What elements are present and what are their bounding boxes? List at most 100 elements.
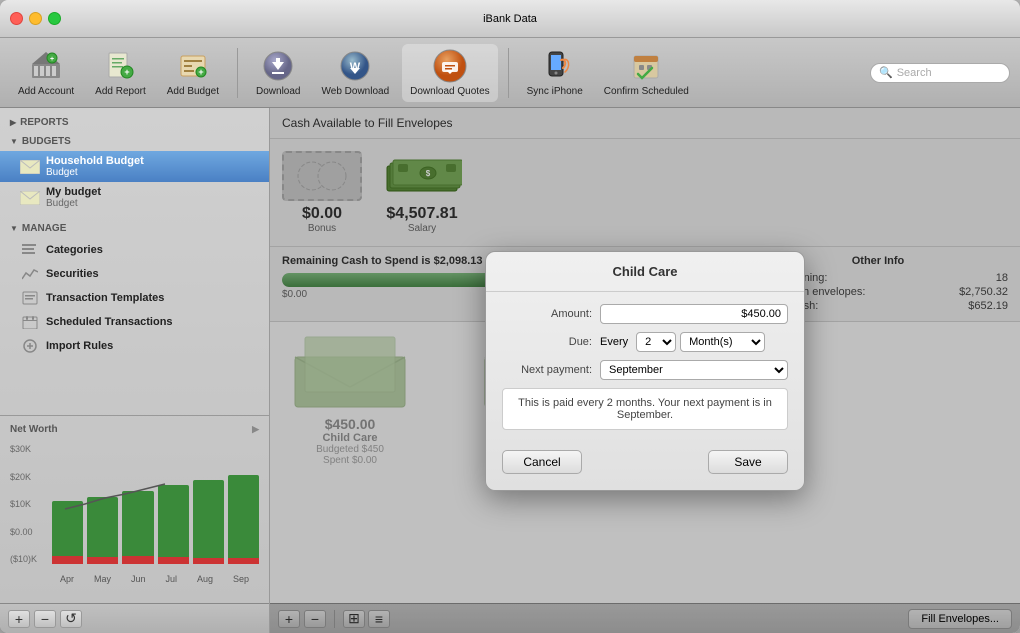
svg-text:+: + — [198, 67, 203, 77]
sidebar-item-categories[interactable]: Categories — [0, 238, 269, 262]
add-account-button[interactable]: + Add Account — [10, 44, 82, 102]
net-worth-section: Net Worth ▶ $30K $20K $10K $0.00 ($10)K — [0, 415, 269, 603]
sidebar: REPORTS BUDGETS Household Budget — [0, 108, 270, 633]
manage-label: MANAGE — [22, 223, 66, 234]
modal-next-payment-row: Next payment: September October November — [502, 360, 788, 380]
add-budget-label: Add Budget — [167, 86, 219, 98]
net-worth-chart: $30K $20K $10K $0.00 ($10)K — [0, 439, 269, 599]
sidebar-item-household-budget[interactable]: Household Budget Budget — [0, 151, 269, 182]
sidebar-item-scheduled-transactions[interactable]: Scheduled Transactions — [0, 310, 269, 334]
modal-next-payment-select[interactable]: September October November — [600, 360, 788, 380]
modal-due-unit-select[interactable]: Month(s) Week(s) Year(s) — [680, 332, 765, 352]
sidebar-item-securities[interactable]: Securities — [0, 262, 269, 286]
x-label-aug: Aug — [197, 574, 213, 584]
download-icon — [260, 48, 296, 84]
household-budget-sub: Budget — [46, 167, 144, 178]
import-rules-label: Import Rules — [46, 340, 113, 352]
sidebar-section-reports[interactable]: REPORTS — [0, 113, 269, 132]
modal-due-label: Due: — [502, 336, 592, 348]
sidebar-item-transaction-templates[interactable]: Transaction Templates — [0, 286, 269, 310]
chart-line-svg — [50, 454, 259, 569]
budget-icon: + — [175, 48, 211, 84]
sync-iphone-label: Sync iPhone — [527, 86, 583, 98]
y-label-0: $0.00 — [10, 527, 48, 537]
sidebar-content: REPORTS BUDGETS Household Budget — [0, 108, 269, 415]
import-rules-icon — [20, 338, 40, 354]
refresh-button[interactable]: ↺ — [60, 610, 82, 628]
bank-icon: + — [28, 48, 64, 84]
download-quotes-button[interactable]: Download Quotes — [402, 44, 498, 102]
x-label-jun: Jun — [131, 574, 146, 584]
modal-due-num-select[interactable]: 2 1 3 — [636, 332, 676, 352]
modal-next-payment-label: Next payment: — [502, 364, 592, 376]
securities-label: Securities — [46, 268, 99, 280]
confirm-scheduled-label: Confirm Scheduled — [604, 86, 689, 98]
main-layout: REPORTS BUDGETS Household Budget — [0, 108, 1020, 633]
templates-icon — [20, 290, 40, 306]
household-budget-text: Household Budget Budget — [46, 155, 144, 178]
my-budget-label: My budget — [46, 186, 101, 198]
add-report-label: Add Report — [95, 86, 146, 98]
categories-icon — [20, 242, 40, 258]
sidebar-section-budgets[interactable]: BUDGETS — [0, 132, 269, 151]
web-download-button[interactable]: W Web Download — [314, 44, 398, 102]
my-budget-sub: Budget — [46, 198, 101, 209]
titlebar: iBank Data — [0, 0, 1020, 38]
chart-y-labels: $30K $20K $10K $0.00 ($10)K — [10, 444, 48, 564]
add-budget-button[interactable]: + Add Budget — [159, 44, 227, 102]
search-box[interactable]: 🔍 Search — [870, 63, 1010, 83]
report-icon: + — [102, 48, 138, 84]
maximize-button[interactable] — [48, 12, 61, 25]
main-window: iBank Data + Add Account — [0, 0, 1020, 633]
securities-icon — [20, 266, 40, 282]
y-label-10k: $10K — [10, 499, 48, 509]
sidebar-item-import-rules[interactable]: Import Rules — [0, 334, 269, 358]
main-content: Cash Available to Fill Envelopes $0.00 B… — [270, 108, 1020, 633]
close-button[interactable] — [10, 12, 23, 25]
web-download-label: Web Download — [322, 86, 390, 98]
web-download-icon: W — [337, 48, 373, 84]
scheduled-icon — [20, 314, 40, 330]
modal-overlay: Child Care Amount: Due: Every — [270, 108, 1020, 633]
modal-buttons: Cancel Save — [486, 450, 804, 474]
remove-account-button[interactable]: − — [34, 610, 56, 628]
download-label: Download — [256, 86, 300, 98]
download-button[interactable]: Download — [248, 44, 308, 102]
svg-text:+: + — [125, 67, 130, 77]
add-account-small-button[interactable]: + — [8, 610, 30, 628]
search-placeholder: Search — [897, 67, 932, 79]
add-account-label: Add Account — [18, 86, 74, 98]
quotes-icon — [432, 48, 468, 84]
x-label-apr: Apr — [60, 574, 74, 584]
transaction-templates-label: Transaction Templates — [46, 292, 164, 304]
modal-due-row: Due: Every 2 1 3 Month(s) We — [502, 332, 788, 352]
sync-iphone-button[interactable]: Sync iPhone — [519, 44, 591, 102]
x-label-jul: Jul — [165, 574, 177, 584]
modal-title: Child Care — [486, 252, 804, 292]
modal-amount-input[interactable] — [600, 304, 788, 324]
window-title: iBank Data — [483, 13, 537, 25]
modal-info-text: This is paid every 2 months. Your next p… — [502, 388, 788, 430]
sidebar-item-my-budget[interactable]: My budget Budget — [0, 182, 269, 213]
categories-label: Categories — [46, 244, 103, 256]
modal-body: Amount: Due: Every 2 1 3 — [486, 292, 804, 450]
envelope-icon — [20, 159, 40, 175]
chart-container: $30K $20K $10K $0.00 ($10)K — [10, 444, 259, 584]
scheduled-transactions-label: Scheduled Transactions — [46, 316, 173, 328]
reports-label: REPORTS — [20, 117, 68, 128]
modal-due-controls: Every 2 1 3 Month(s) Week(s) Year(s) — [600, 332, 765, 352]
modal-cancel-button[interactable]: Cancel — [502, 450, 582, 474]
window-controls — [10, 12, 61, 25]
modal-amount-label: Amount: — [502, 308, 592, 320]
confirm-icon — [628, 48, 664, 84]
add-report-button[interactable]: + Add Report — [87, 44, 154, 102]
net-worth-header[interactable]: Net Worth ▶ — [0, 420, 269, 439]
confirm-scheduled-button[interactable]: Confirm Scheduled — [596, 44, 697, 102]
sidebar-bottom-bar: + − ↺ — [0, 603, 269, 633]
sidebar-section-manage[interactable]: MANAGE — [0, 219, 269, 238]
minimize-button[interactable] — [29, 12, 42, 25]
household-budget-label: Household Budget — [46, 155, 144, 167]
toolbar-sep-2 — [508, 48, 509, 98]
my-budget-envelope-icon — [20, 190, 40, 206]
modal-save-button[interactable]: Save — [708, 450, 788, 474]
